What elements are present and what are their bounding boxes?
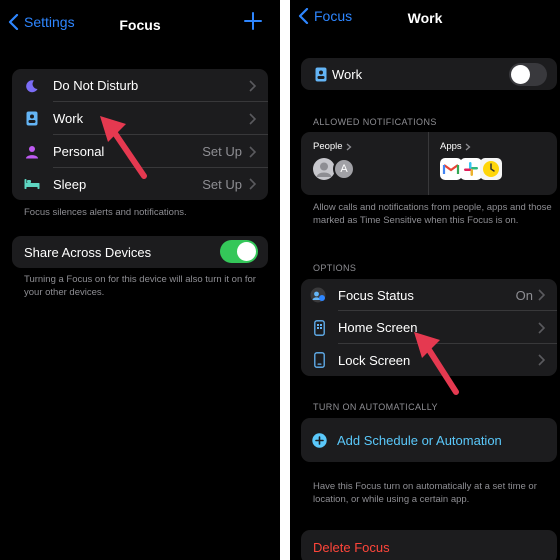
chevron-right-icon <box>465 143 471 150</box>
focus-item-do-not-disturb[interactable]: Do Not Disturb <box>12 69 268 102</box>
focus-item-sleep[interactable]: Sleep Set Up <box>12 168 268 200</box>
work-label: Work <box>332 66 363 82</box>
share-group: Share Across Devices <box>12 236 268 268</box>
add-schedule-label: Add Schedule or Automation <box>337 432 502 448</box>
apps-cell[interactable]: Apps <box>429 132 557 195</box>
page-title: Work <box>407 10 443 26</box>
focus-item-value: Set Up <box>202 144 242 159</box>
chevron-right-icon <box>249 145 256 158</box>
toggle-knob <box>511 65 530 84</box>
focus-item-personal[interactable]: Personal Set Up <box>12 135 268 168</box>
people-label: People <box>313 141 343 152</box>
chevron-right-icon <box>538 321 545 334</box>
bed-icon <box>24 176 40 192</box>
options-group: Focus Status On Home Screen Lock Screen <box>301 279 557 376</box>
work-toggle[interactable] <box>509 63 547 86</box>
chevron-right-icon <box>249 112 256 125</box>
share-footer-text: Turning a Focus on for this device will … <box>24 274 256 298</box>
option-label: Home Screen <box>338 320 418 335</box>
toggle-knob <box>237 242 256 261</box>
work-toggle-group: Work <box>301 58 557 90</box>
focus-footer-text: Focus silences alerts and notifications. <box>24 207 187 218</box>
work-badge-icon <box>24 111 40 127</box>
option-label: Lock Screen <box>338 352 411 368</box>
people-cell[interactable]: People A <box>301 132 428 195</box>
option-focus-status[interactable]: Focus Status On <box>301 279 557 311</box>
plus-icon[interactable] <box>244 12 262 30</box>
work-focus-screen: Focus Work Work ALLOWED NOTIFICATIONS Pe… <box>290 0 560 560</box>
option-lock-screen[interactable]: Lock Screen <box>301 344 557 376</box>
delete-focus-button[interactable]: Delete Focus <box>301 530 557 560</box>
automation-group: Add Schedule or Automation <box>301 418 557 462</box>
allowed-footer-text: Allow calls and notifications from peopl… <box>313 202 552 226</box>
panel-divider <box>280 0 290 560</box>
focus-item-label: Work <box>53 111 84 126</box>
focus-item-work[interactable]: Work <box>12 102 268 135</box>
plus-circle-icon <box>311 432 327 448</box>
avatar: A <box>333 158 355 180</box>
focus-status-icon <box>310 287 326 303</box>
gmail-icon <box>440 158 462 180</box>
phone-lock-icon <box>311 352 327 368</box>
option-home-screen[interactable]: Home Screen <box>301 311 557 344</box>
delete-group: Delete Focus <box>301 530 557 560</box>
chevron-right-icon <box>538 354 545 366</box>
options-header: OPTIONS <box>313 263 357 273</box>
focus-item-label: Sleep <box>53 176 87 192</box>
nav-bar: Focus Work <box>290 0 560 44</box>
slack-icon <box>460 158 482 180</box>
allowed-notifications-header: ALLOWED NOTIFICATIONS <box>313 117 437 127</box>
option-label: Focus Status <box>338 287 414 303</box>
chevron-right-icon <box>249 178 256 190</box>
delete-focus-label: Delete Focus <box>313 539 390 555</box>
automation-footer-text: Have this Focus turn on automatically at… <box>313 481 537 505</box>
page-title: Focus <box>119 17 161 33</box>
share-label: Share Across Devices <box>24 244 152 260</box>
share-toggle[interactable] <box>220 240 258 263</box>
turn-on-automatically-header: TURN ON AUTOMATICALLY <box>313 402 438 412</box>
apps-label: Apps <box>440 141 462 152</box>
focus-list: Do Not Disturb Work Personal Set Up Slee… <box>12 69 268 200</box>
allowed-notifications-group: People A Apps <box>301 132 557 195</box>
focus-item-label: Do Not Disturb <box>53 78 139 93</box>
moon-icon <box>24 78 40 94</box>
focus-item-value: Set Up <box>202 176 242 192</box>
share-across-devices-row: Share Across Devices <box>12 236 268 268</box>
chevron-right-icon <box>538 289 545 301</box>
person-icon <box>24 144 40 160</box>
chevron-right-icon <box>346 143 352 150</box>
add-schedule-button[interactable]: Add Schedule or Automation <box>301 418 557 462</box>
work-badge-icon <box>313 66 329 82</box>
phone-home-icon <box>311 319 327 336</box>
focus-item-label: Personal <box>53 144 105 159</box>
avatar-placeholder <box>313 158 335 180</box>
nav-bar: Settings Focus <box>0 0 280 44</box>
clock-app-icon <box>480 158 502 180</box>
work-toggle-row: Work <box>301 58 557 90</box>
focus-settings-screen: Settings Focus Do Not Disturb Work Perso… <box>0 0 280 560</box>
option-value: On <box>515 287 533 303</box>
chevron-right-icon <box>249 79 256 92</box>
